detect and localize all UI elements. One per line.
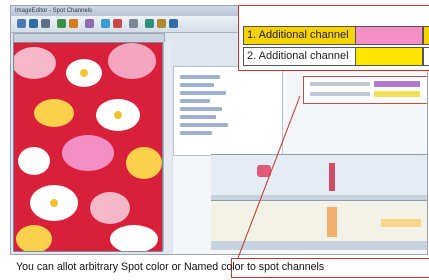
callout-leader-line	[237, 95, 301, 259]
caption-text: You can allot arbitrary Spot color or Na…	[16, 261, 325, 273]
